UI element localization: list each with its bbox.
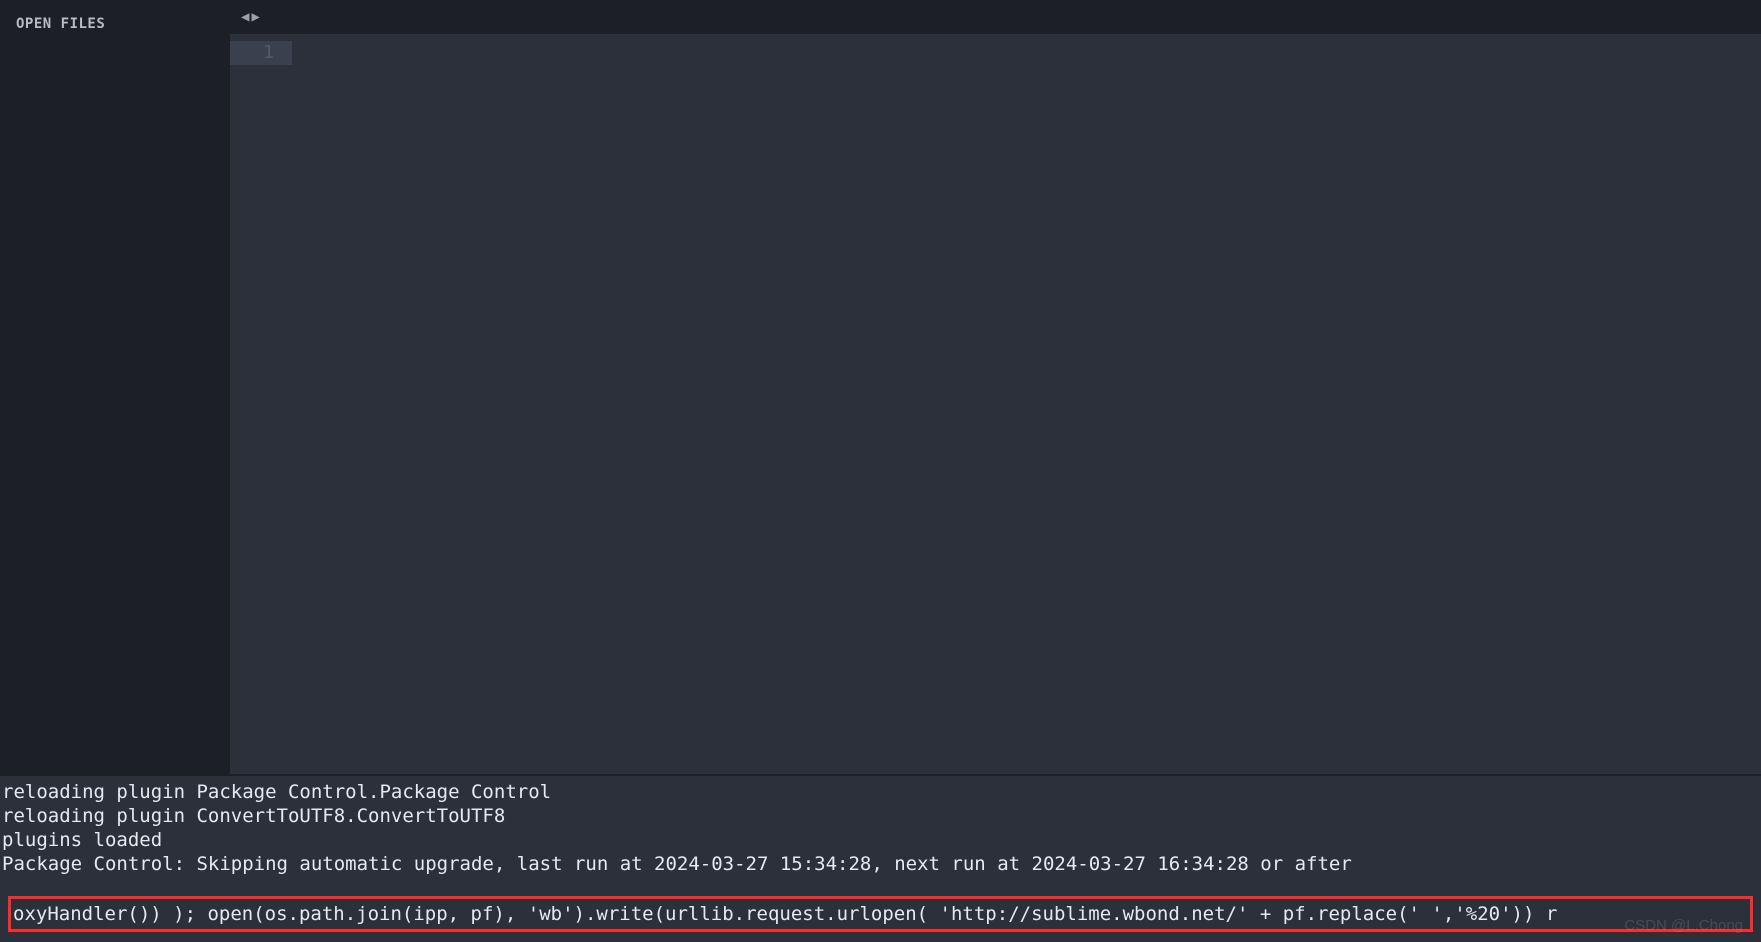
line-number: 1	[230, 41, 292, 65]
sidebar: OPEN FILES	[0, 0, 230, 774]
open-files-header: OPEN FILES	[0, 10, 230, 42]
console-line: Package Control: Skipping automatic upgr…	[0, 852, 1761, 876]
console-spacer	[0, 876, 1761, 896]
console-line: reloading plugin ConvertToUTF8.ConvertTo…	[0, 804, 1761, 828]
console-input[interactable]: oxyHandler()) ); open(os.path.join(ipp, …	[8, 896, 1753, 932]
main-column: ◀ ▶ 1	[230, 0, 1761, 774]
gutter: 1	[230, 35, 292, 774]
console-input-text: oxyHandler()) ); open(os.path.join(ipp, …	[11, 902, 1557, 926]
tab-nav: ◀ ▶	[240, 10, 261, 24]
console-line: reloading plugin Package Control.Package…	[0, 780, 1761, 804]
console-line: plugins loaded	[0, 828, 1761, 852]
next-tab-icon[interactable]: ▶	[250, 10, 260, 24]
workspace: OPEN FILES ◀ ▶ 1	[0, 0, 1761, 774]
code-area[interactable]	[292, 35, 1761, 774]
prev-tab-icon[interactable]: ◀	[240, 10, 250, 24]
console-panel: reloading plugin Package Control.Package…	[0, 774, 1761, 942]
editor[interactable]: 1	[230, 34, 1761, 774]
tab-bar: ◀ ▶	[230, 0, 1761, 34]
